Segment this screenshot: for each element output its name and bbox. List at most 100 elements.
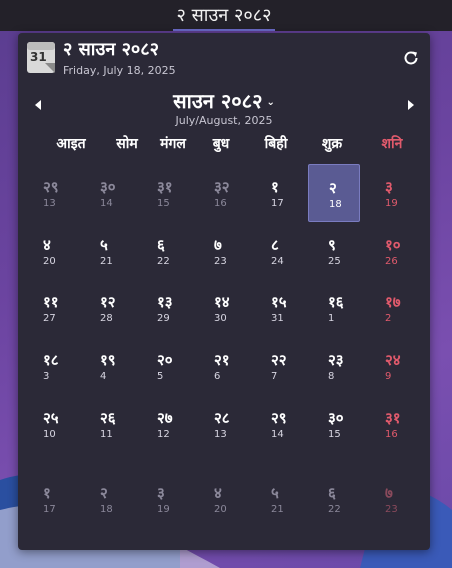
weekday-header: शुक्र xyxy=(321,136,343,152)
day-number-gregorian: 27 xyxy=(43,313,56,324)
day-number-gregorian: 30 xyxy=(214,313,227,324)
day-number-gregorian: 22 xyxy=(157,256,170,267)
day-number-nepali: २७ xyxy=(157,409,173,427)
day-cell[interactable]: ३१ 15 xyxy=(137,164,189,222)
day-number-nepali: ११ xyxy=(43,293,59,311)
day-cell[interactable]: ३१ 16 xyxy=(365,395,417,453)
day-number-nepali: ९ xyxy=(328,236,336,254)
day-number-nepali: ३ xyxy=(157,484,165,502)
day-number-gregorian: 5 xyxy=(157,371,164,382)
panel-date-button[interactable]: २ साउन २०८२ xyxy=(173,0,275,31)
day-number-nepali: २१ xyxy=(214,351,230,369)
day-number-gregorian: 3 xyxy=(43,371,50,382)
day-number-gregorian: 21 xyxy=(100,256,113,267)
day-number-nepali: ५ xyxy=(100,236,108,254)
day-cell[interactable]: ३२ 16 xyxy=(194,164,246,222)
day-cell[interactable]: ३ 19 xyxy=(137,470,189,528)
day-cell[interactable]: ३ 19 xyxy=(365,164,417,222)
weekday-header: बुध xyxy=(212,136,230,152)
day-cell[interactable]: २१ 6 xyxy=(194,337,246,395)
weekday-header: आइत xyxy=(56,136,86,152)
day-number-nepali: ५ xyxy=(271,484,279,502)
day-cell[interactable]: २९ 13 xyxy=(23,164,75,222)
day-number-gregorian: 13 xyxy=(214,429,227,440)
day-number-nepali: ६ xyxy=(157,236,165,254)
day-number-nepali: ३१ xyxy=(157,178,173,196)
day-number-nepali: २९ xyxy=(43,178,59,196)
day-cell[interactable]: २५ 10 xyxy=(23,395,75,453)
day-cell[interactable]: २७ 12 xyxy=(137,395,189,453)
day-number-gregorian: 8 xyxy=(328,371,335,382)
day-number-nepali: १५ xyxy=(271,293,287,311)
month-selector[interactable]: साउन २०८२ ⌄ xyxy=(18,87,430,114)
day-number-gregorian: 7 xyxy=(271,371,278,382)
day-cell[interactable]: २२ 7 xyxy=(251,337,303,395)
day-cell[interactable]: ४ 20 xyxy=(194,470,246,528)
day-number-gregorian: 9 xyxy=(385,371,392,382)
day-cell[interactable]: ४ 20 xyxy=(23,222,75,280)
header-date-subtitle: Friday, July 18, 2025 xyxy=(63,64,176,77)
day-number-gregorian: 15 xyxy=(328,429,341,440)
day-number-gregorian: 24 xyxy=(271,256,284,267)
day-cell[interactable]: १६ 1 xyxy=(308,279,360,337)
day-number-nepali: २२ xyxy=(271,351,287,369)
day-cell[interactable]: २४ 9 xyxy=(365,337,417,395)
day-cell[interactable]: १ 17 xyxy=(23,470,75,528)
day-cell[interactable]: २ 18 xyxy=(80,470,132,528)
day-number-nepali: ३१ xyxy=(385,409,401,427)
day-number-gregorian: 17 xyxy=(271,198,284,209)
day-number-nepali: २३ xyxy=(328,351,344,369)
day-number-gregorian: 18 xyxy=(100,504,113,515)
day-cell[interactable]: २६ 11 xyxy=(80,395,132,453)
day-cell[interactable]: २८ 13 xyxy=(194,395,246,453)
day-number-nepali: ३० xyxy=(100,178,116,196)
day-cell[interactable]: ५ 21 xyxy=(251,470,303,528)
day-cell[interactable]: ७ 23 xyxy=(365,470,417,528)
day-cell[interactable]: १८ 3 xyxy=(23,337,75,395)
day-number-gregorian: 13 xyxy=(43,198,56,209)
day-cell[interactable]: १३ 29 xyxy=(137,279,189,337)
day-number-gregorian: 16 xyxy=(214,198,227,209)
day-number-gregorian: 26 xyxy=(385,256,398,267)
day-number-gregorian: 12 xyxy=(157,429,170,440)
day-cell[interactable]: ३० 15 xyxy=(308,395,360,453)
day-cell[interactable]: २९ 14 xyxy=(251,395,303,453)
day-number-gregorian: 23 xyxy=(385,504,398,515)
day-cell[interactable]: ७ 23 xyxy=(194,222,246,280)
day-cell[interactable]: १२ 28 xyxy=(80,279,132,337)
day-number-nepali: ४ xyxy=(43,236,51,254)
day-number-gregorian: 25 xyxy=(328,256,341,267)
header-date-title: २ साउन २०८२ xyxy=(63,39,160,60)
day-cell[interactable]: १० 26 xyxy=(365,222,417,280)
refresh-icon[interactable] xyxy=(402,49,420,67)
day-number-nepali: ३ xyxy=(385,178,393,196)
day-number-gregorian: 6 xyxy=(214,371,221,382)
day-cell[interactable]: १५ 31 xyxy=(251,279,303,337)
calendar-popup: 31 २ साउन २०८२ Friday, July 18, 2025 साउ… xyxy=(18,33,430,550)
day-number-nepali: २५ xyxy=(43,409,59,427)
day-cell[interactable]: १ 17 xyxy=(251,164,303,222)
day-cell[interactable]: २३ 8 xyxy=(308,337,360,395)
day-cell[interactable]: ६ 22 xyxy=(137,222,189,280)
day-number-nepali: १२ xyxy=(100,293,116,311)
day-number-gregorian: 21 xyxy=(271,504,284,515)
day-number-nepali: ४ xyxy=(214,484,222,502)
month-title: साउन २०८२ xyxy=(173,89,263,113)
day-cell[interactable]: ५ 21 xyxy=(80,222,132,280)
day-number-gregorian: 4 xyxy=(100,371,107,382)
day-number-nepali: २ xyxy=(100,484,108,502)
day-cell[interactable]: २० 5 xyxy=(137,337,189,395)
day-cell[interactable]: ११ 27 xyxy=(23,279,75,337)
day-cell[interactable]: ९ 25 xyxy=(308,222,360,280)
day-cell[interactable]: १४ 30 xyxy=(194,279,246,337)
day-cell[interactable]: ३० 14 xyxy=(80,164,132,222)
day-cell-today[interactable]: २ 18 xyxy=(308,164,360,222)
day-cell[interactable]: ८ 24 xyxy=(251,222,303,280)
day-cell[interactable]: ६ 22 xyxy=(308,470,360,528)
day-number-gregorian: 31 xyxy=(271,313,284,324)
day-number-nepali: १८ xyxy=(43,351,59,369)
day-cell[interactable]: १७ 2 xyxy=(365,279,417,337)
day-number-gregorian: 23 xyxy=(214,256,227,267)
day-number-gregorian: 14 xyxy=(271,429,284,440)
day-cell[interactable]: १९ 4 xyxy=(80,337,132,395)
